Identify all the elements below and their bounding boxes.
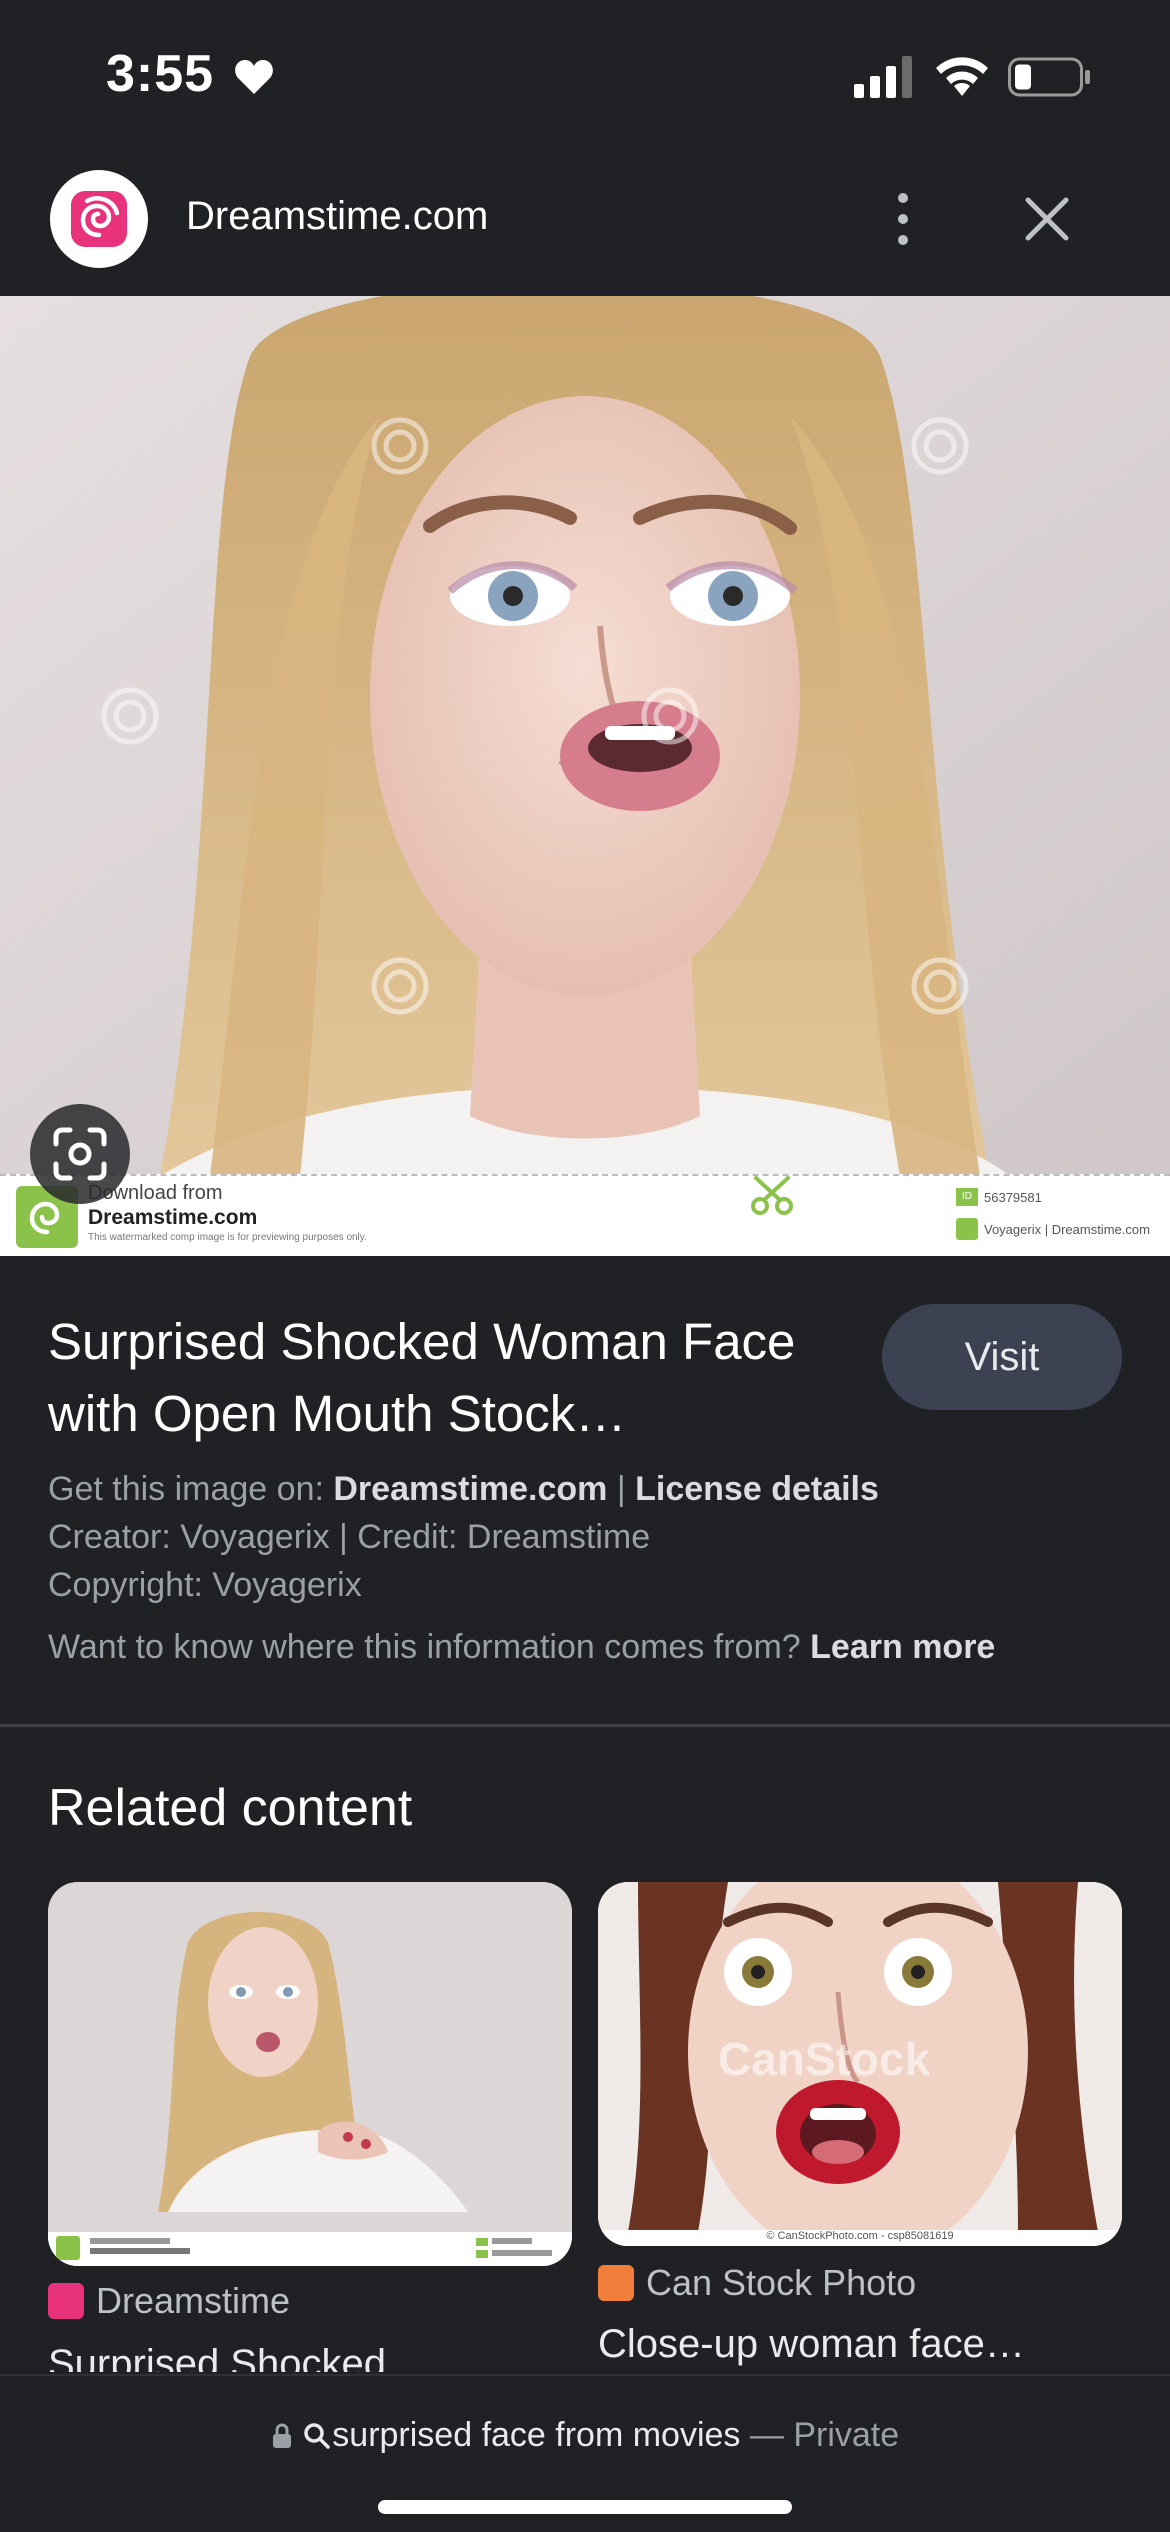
woman-portrait-image [0,296,1170,1176]
banner-credit: Voyagerix | Dreamstime.com [984,1222,1150,1237]
battery-icon [1008,57,1090,97]
copyright-line: Copyright: Voyagerix [48,1566,362,1604]
site-logo [50,170,148,268]
visit-button[interactable]: Visit [882,1304,1122,1410]
license-details-link[interactable]: License details [635,1470,879,1508]
private-label: Private [793,2416,900,2454]
learn-more-link[interactable]: Learn more [810,1628,995,1666]
site-header: Dreamstime.com [0,150,1170,296]
image-title: Surprised Shocked Woman Face with Open M… [48,1313,796,1442]
related-thumbnail[interactable] [48,1882,572,2266]
banner-image-id: 56379581 [984,1190,1042,1205]
search-query: surprised face from movies [332,2416,741,2454]
related-title[interactable]: Close-up woman face… [598,2322,1122,2367]
close-icon[interactable] [1022,194,1072,244]
status-bar: 3:55 [0,0,1170,150]
canstock-favicon-icon [598,2265,634,2301]
bottom-address-bar[interactable]: surprised face from movies — Private [0,2374,1170,2532]
creator-credit-line: Creator: Voyagerix | Credit: Dreamstime [48,1518,651,1556]
download-banner: Download from Dreamstime.com This waterm… [0,1174,1170,1256]
status-time: 3:55 [106,45,215,103]
site-name[interactable]: Dreamstime.com [186,194,488,239]
learn-more-line: Want to know where this information come… [48,1628,1128,1667]
canstock-watermark: CanStock [718,2033,931,2085]
search-query-field[interactable]: surprised face from movies — Private [0,2416,1170,2455]
separator: | [607,1470,636,1508]
related-thumbnail[interactable]: CanStock © CanStockPhoto.com - csp850816… [598,1882,1122,2246]
home-indicator[interactable] [378,2500,792,2514]
related-source: Dreamstime [48,2280,290,2322]
query-dash: — [740,2416,794,2454]
search-icon [304,2423,331,2449]
canstock-footer: © CanStockPhoto.com - csp85081619 [766,2230,954,2242]
section-divider [0,1724,1170,1727]
banner-id-tag: ID [956,1188,978,1206]
image-info-panel: Surprised Shocked Woman Face with Open M… [0,1256,1170,1726]
banner-credit-logo-icon [956,1218,978,1240]
banner-disclaimer: This watermarked comp image is for previ… [88,1232,367,1243]
related-source-label: Can Stock Photo [646,2262,917,2303]
wifi-icon [936,57,988,96]
cellular-signal-icon [854,56,912,98]
related-source: Can Stock Photo [598,2262,916,2304]
banner-site-label: Dreamstime.com [88,1206,258,1229]
learn-more-prefix: Want to know where this information come… [48,1628,811,1666]
lens-scan-icon [53,1127,107,1181]
heart-icon [235,60,273,94]
related-content-heading: Related content [48,1779,413,1837]
more-options-icon[interactable] [888,190,918,248]
dreamstime-favicon-icon [48,2283,84,2319]
related-woman-thumbnail-image [48,1882,572,2266]
related-title[interactable]: Surprised Shocked [48,2342,572,2372]
google-lens-button[interactable] [30,1104,130,1204]
get-image-line: Get this image on: Dreamstime.com | Lice… [48,1470,1128,1509]
scissors-icon [751,1176,793,1215]
preview-image[interactable]: Download from Dreamstime.com This waterm… [0,296,1170,1256]
lock-icon [272,2423,291,2448]
dreamstime-logo-icon [71,191,127,247]
get-image-prefix: Get this image on: [48,1470,334,1508]
related-source-label: Dreamstime [96,2280,291,2321]
source-link[interactable]: Dreamstime.com [333,1470,607,1508]
